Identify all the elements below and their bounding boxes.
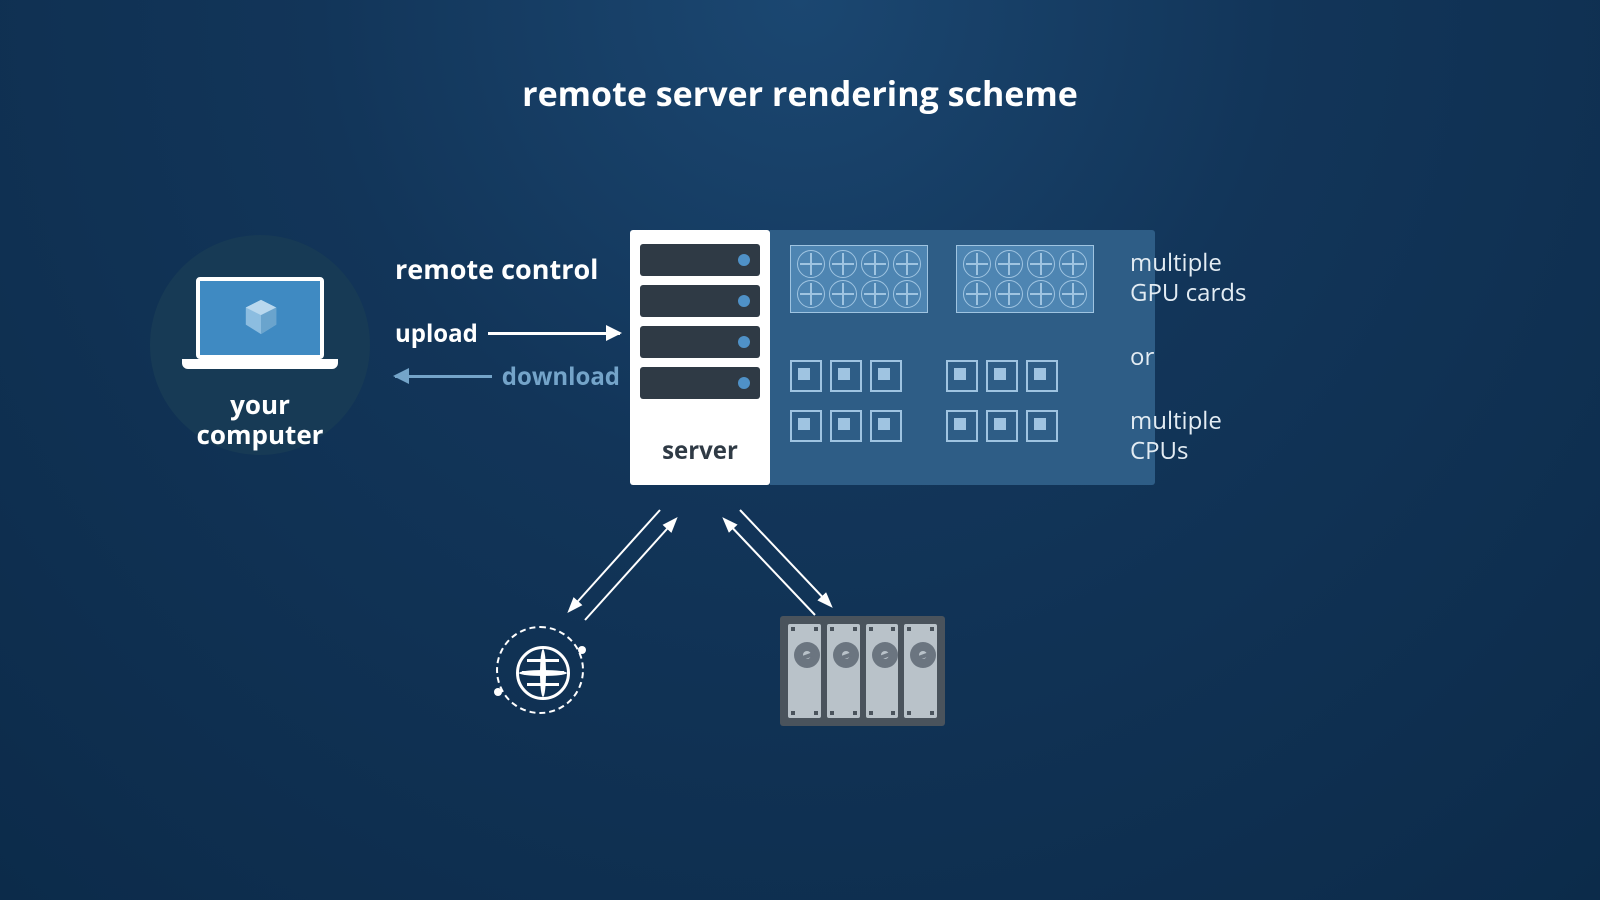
cpu-chip-icon: [946, 360, 978, 392]
or-label: or: [1130, 342, 1246, 372]
hardware-side-labels: multiple GPU cards or multiple CPUs: [1130, 248, 1246, 466]
your-computer-label-2: computer: [197, 416, 324, 452]
cpu-chip-icon: [830, 360, 862, 392]
connection-arrows: remote control upload download: [395, 250, 620, 393]
download-label: download: [502, 360, 620, 393]
cpu-grid: [790, 360, 1066, 450]
gpu-label-2: GPU cards: [1130, 278, 1246, 308]
cube-icon: [242, 298, 280, 336]
cpu-chip-icon: [986, 360, 1018, 392]
cpu-chip-icon: [790, 360, 822, 392]
diagram-title: remote server rendering scheme: [0, 70, 1600, 116]
globe-network-icon: [490, 620, 590, 720]
cpu-chip-icon: [1026, 360, 1058, 392]
cpu-label-1: multiple: [1130, 406, 1246, 436]
server-label: server: [630, 434, 770, 467]
cpu-chip-icon: [946, 410, 978, 442]
cpu-chip-icon: [830, 410, 862, 442]
diagram-canvas: remote server rendering scheme your comp…: [0, 0, 1600, 900]
upload-arrow-icon: [488, 332, 620, 335]
cpu-chip-icon: [870, 410, 902, 442]
download-arrow-icon: [395, 375, 492, 378]
compute-hardware-panel: [770, 230, 1155, 485]
your-computer-node: your computer: [150, 235, 370, 475]
hard-drive-array-icon: [780, 616, 945, 726]
upload-label: upload: [395, 317, 478, 350]
cpu-chip-icon: [986, 410, 1018, 442]
laptop-icon: [196, 277, 324, 372]
server-tower-icon: server: [630, 230, 770, 485]
gpu-card-icon: [790, 245, 928, 313]
cpu-chip-icon: [790, 410, 822, 442]
cpu-chip-icon: [870, 360, 902, 392]
gpu-label-1: multiple: [1130, 248, 1246, 278]
remote-control-label: remote control: [395, 250, 620, 287]
gpu-card-icon: [956, 245, 1094, 313]
cpu-label-2: CPUs: [1130, 436, 1246, 466]
cpu-chip-icon: [1026, 410, 1058, 442]
